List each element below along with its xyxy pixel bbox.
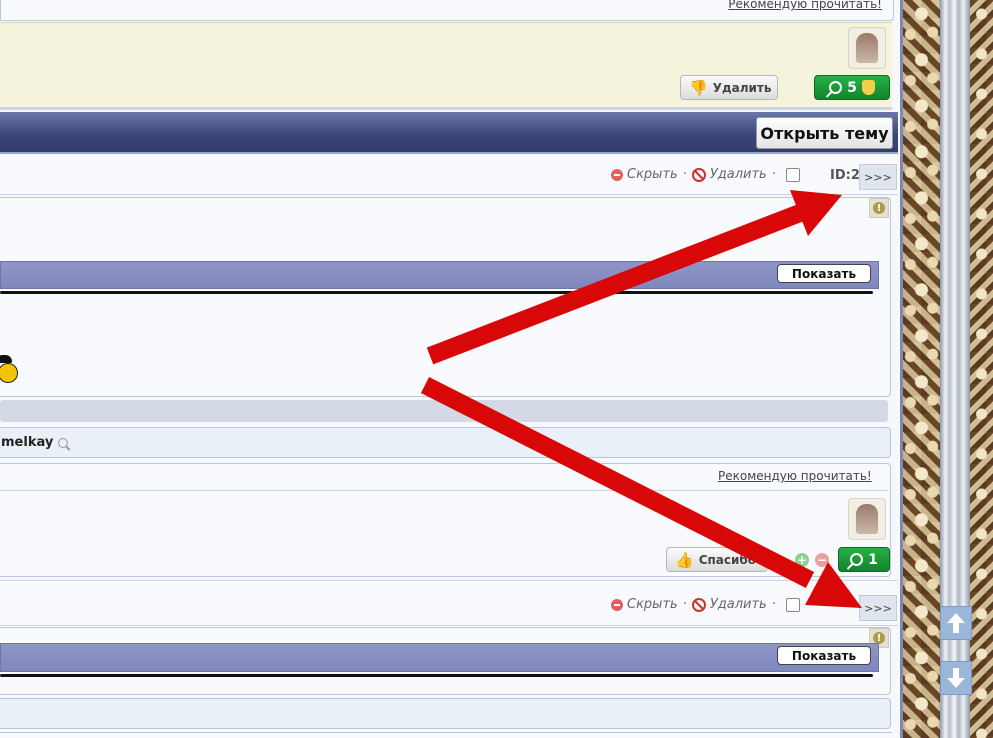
warning-icon: ! [873,202,885,214]
scroll-up-button[interactable] [940,606,972,640]
scroll-down-button[interactable] [940,661,972,695]
post2-divider-band [0,400,888,422]
post2-separator-1: · [682,167,687,182]
post2-separator-2: · [771,167,776,182]
post2-reputation-button[interactable]: 1 [838,547,890,572]
post2-reputation-count: 1 [868,551,878,568]
magnifier-icon [850,553,864,566]
open-topic-button[interactable]: Открыть тему [756,117,893,149]
magnifier-icon[interactable] [58,437,69,448]
post3-spoiler-show-button[interactable]: Показать [777,646,871,665]
plus-icon[interactable]: + [795,553,809,567]
post3-separator-1: · [682,597,687,612]
smiley-hat [0,355,12,363]
post3-separator-2: · [771,597,776,612]
post2-more-button[interactable]: >>> [859,164,897,190]
post1-author-avatar[interactable] [848,27,886,69]
scroll-down-icon [947,668,965,688]
post3-actions: Скрыть · Удалить · [611,597,800,612]
arrow-head [947,678,965,688]
post2-author-name[interactable]: melkay [1,435,53,450]
post3-spoiler-header [0,643,879,672]
hide-icon [611,598,623,611]
post3-delete-link[interactable]: Удалить [710,597,767,612]
hide-icon [611,168,623,181]
post3-author-band [0,698,891,729]
post1-delete-button[interactable]: 👎 Удалить [680,75,778,100]
shield-icon [861,80,875,95]
forum-content: Рекомендую прочитать! 👎 Удалить 5 Открыт… [0,0,900,738]
post2-select-checkbox[interactable] [785,167,800,182]
smiley-icon [0,355,20,385]
post2-spoiler-line [0,291,873,294]
wallpaper-strip [903,0,940,738]
post2-author-band: melkay [0,427,891,458]
post3-footer-strip [0,732,892,738]
thumbs-up-icon: 👍 [675,550,694,569]
post3-hide-link[interactable]: Скрыть [627,597,678,612]
post2-report-button[interactable]: ! [869,198,889,218]
post1-delete-label: Удалить [712,80,772,95]
post1-recommend-link[interactable]: Рекомендую прочитать! [728,0,882,11]
post2-spoiler-header [0,261,879,289]
avatar-figure-icon [856,504,878,534]
post2-body [0,197,891,397]
post2-spoiler-show-button[interactable]: Показать [777,264,871,283]
post2-footer-divider [0,490,888,491]
post3-more-button[interactable]: >>> [859,595,897,621]
post2-recommend-link[interactable]: Рекомендую прочитать! [718,469,872,483]
ban-icon [691,167,706,182]
arrow-shaft [953,668,959,678]
post2-hide-link[interactable]: Скрыть [627,167,678,182]
scroll-up-icon [947,613,965,633]
arrow-head [947,613,965,623]
post3-select-checkbox[interactable] [785,597,800,612]
post1-reputation-button[interactable]: 5 [814,75,890,100]
arrow-shaft [953,623,959,633]
post2-author-avatar[interactable] [848,498,886,540]
post2-delete-link[interactable]: Удалить [710,167,767,182]
magnifier-icon [829,81,843,94]
post2-id-label: ID:2 [830,168,860,183]
smiley-face [0,363,18,383]
post2-thanks-button[interactable]: 👍 Спасибо [666,547,768,572]
post2-thanks-label: Спасибо [698,552,757,567]
post2-actions: Скрыть · Удалить · [611,167,800,182]
post1-reputation-count: 5 [847,79,857,96]
wallpaper-strip-right [970,0,993,738]
minus-icon[interactable]: − [815,553,829,567]
post3-spoiler-line [0,674,873,677]
thumbs-down-icon: 👎 [689,78,708,97]
avatar-figure-icon [856,33,878,63]
ban-icon [691,597,706,612]
